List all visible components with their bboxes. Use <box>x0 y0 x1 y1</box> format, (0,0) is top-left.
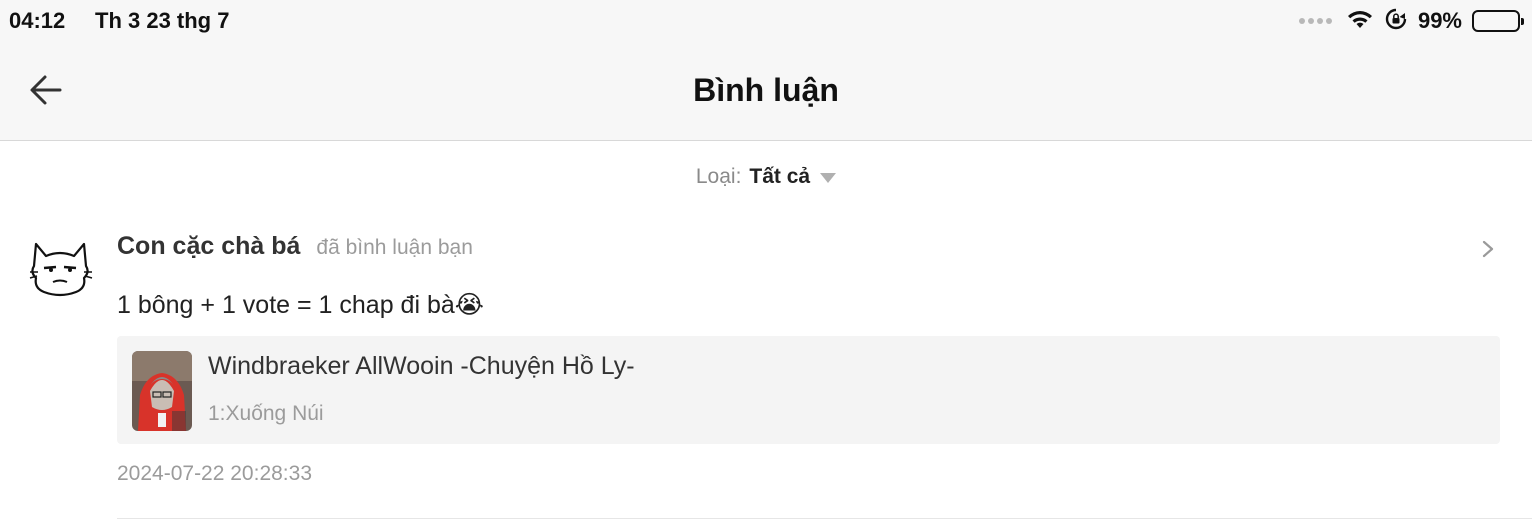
comment-body: 1 bông + 1 vote = 1 chap đi bà <box>117 291 455 319</box>
status-date: Th 3 23 thg 7 <box>95 8 230 33</box>
status-bar: 04:12 Th 3 23 thg 7 99% <box>0 0 1532 42</box>
comment-action-text: đã bình luận bạn <box>316 236 473 259</box>
rotation-lock-icon <box>1384 7 1408 36</box>
list-divider <box>117 518 1532 519</box>
chevron-right-icon[interactable] <box>1478 238 1498 260</box>
comment-item: Con cặc chà bá đã bình luận bạn 1 bông +… <box>0 220 1532 520</box>
filter-value: Tất cả <box>749 165 811 188</box>
story-cover-thumbnail <box>132 351 192 431</box>
navigation-bar: Bình luận <box>0 42 1532 141</box>
crying-emoji: 😭 <box>454 290 484 319</box>
story-chapter: 1:Xuống Núi <box>208 402 324 425</box>
wifi-icon <box>1346 8 1374 35</box>
comment-header[interactable]: Con cặc chà bá đã bình luận bạn <box>117 232 473 261</box>
referenced-story-card[interactable]: Windbraeker AllWooin -Chuyện Hồ Ly- 1:Xu… <box>117 336 1500 444</box>
top-bar-area: 04:12 Th 3 23 thg 7 99% Bình luận <box>0 0 1532 141</box>
comment-text: 1 bông + 1 vote = 1 chap đi bà😭 <box>117 290 484 320</box>
filter-type-dropdown[interactable]: Tất cả <box>749 165 837 189</box>
page-title: Bình luận <box>693 72 839 108</box>
caret-down-icon <box>820 173 837 183</box>
signal-dots-icon <box>1298 18 1332 24</box>
filter-label: Loại: <box>695 165 742 188</box>
filter-row: Loại: Tất cả <box>0 160 1532 194</box>
status-time: 04:12 <box>9 8 66 33</box>
comment-timestamp: 2024-07-22 20:28:33 <box>117 462 312 485</box>
status-indicators: 99% <box>1298 7 1524 36</box>
avatar[interactable] <box>26 236 94 300</box>
user-name: Con cặc chà bá <box>117 232 301 260</box>
battery-percent: 99% <box>1417 8 1462 33</box>
battery-icon <box>1472 10 1524 32</box>
story-title: Windbraeker AllWooin -Chuyện Hồ Ly- <box>208 352 635 380</box>
